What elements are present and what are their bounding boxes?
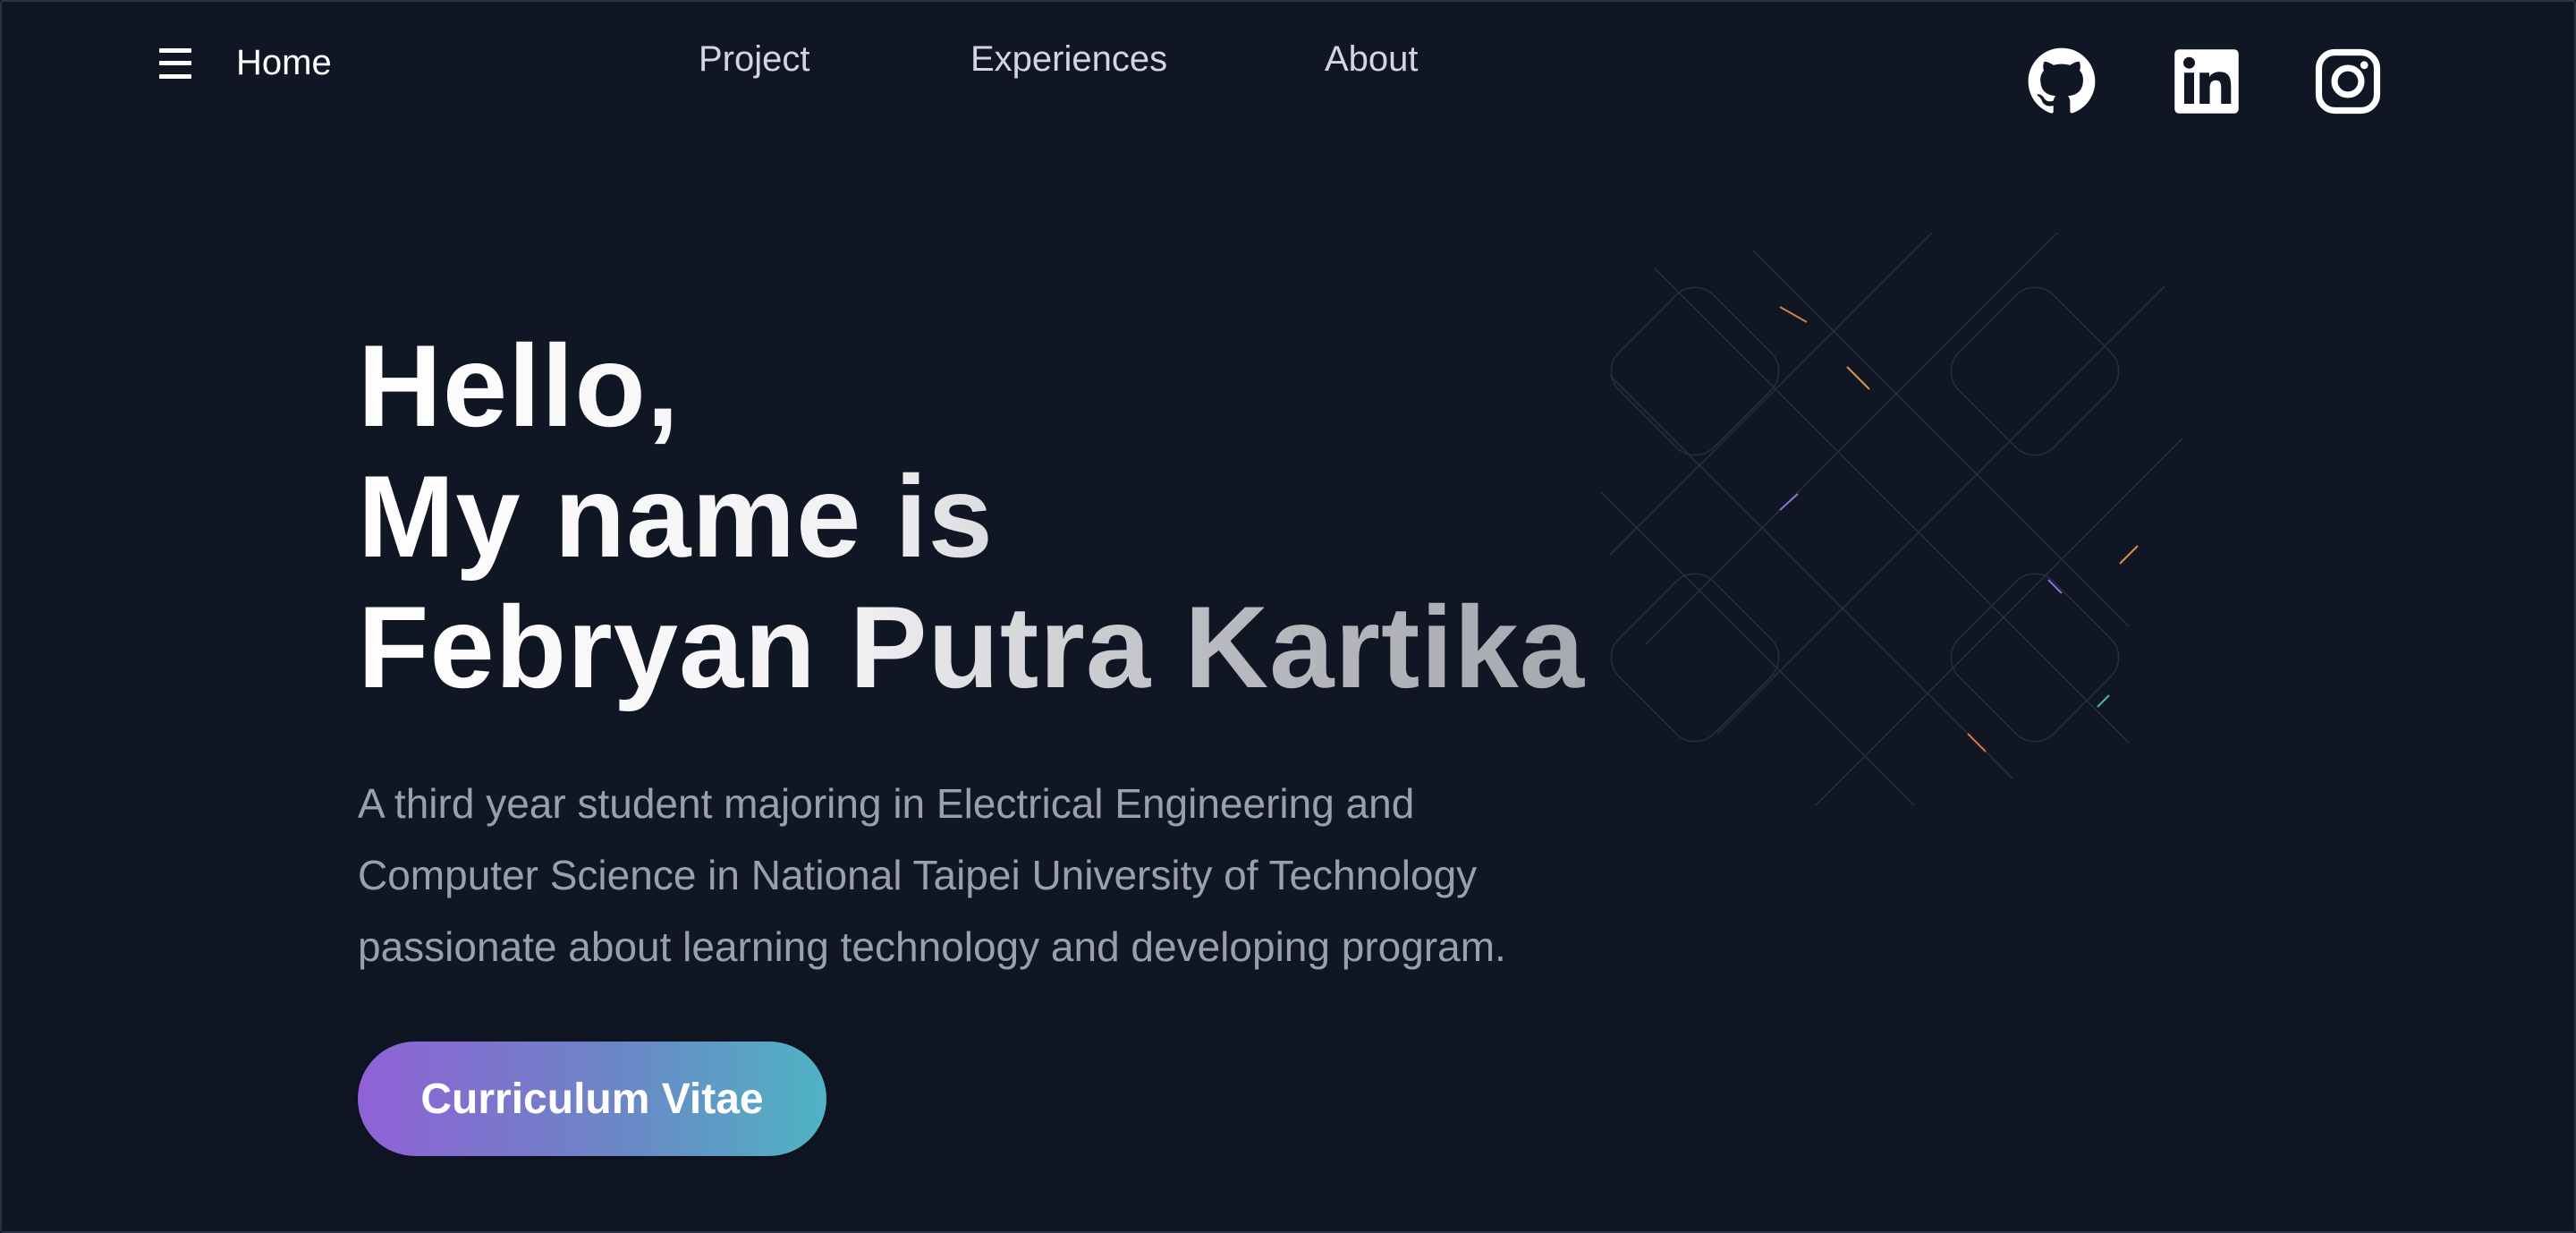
hero-description-line: A third year student majoring in Electri…	[358, 780, 1415, 827]
hero-title: Hello, My name is Febryan Putra Kartika	[358, 320, 1585, 712]
linkedin-icon[interactable]	[2172, 47, 2241, 116]
hamburger-menu-icon[interactable]	[159, 47, 193, 79]
curriculum-vitae-button[interactable]: Curriculum Vitae	[358, 1042, 826, 1156]
nav-link-experiences[interactable]: Experiences	[970, 39, 1167, 80]
nav-home: Home	[159, 43, 332, 83]
nav-link-project[interactable]: Project	[699, 39, 810, 80]
nav-link-about[interactable]: About	[1325, 39, 1419, 80]
hero-description-line: passionate about learning technology and…	[358, 923, 1506, 970]
hero-description: A third year student majoring in Electri…	[358, 768, 1628, 982]
instagram-icon[interactable]	[2313, 47, 2383, 116]
hero-title-line: Hello,	[358, 320, 680, 451]
decorative-grid-graphic	[1600, 233, 2183, 806]
social-links	[2027, 47, 2385, 118]
hero-title-line: My name is	[358, 451, 994, 582]
hero-title-line: Febryan Putra Kartika	[358, 582, 1586, 712]
github-icon[interactable]	[2027, 47, 2097, 116]
hero-description-line: Computer Science in National Taipei Univ…	[358, 852, 1478, 898]
nav-home-link[interactable]: Home	[236, 43, 332, 83]
